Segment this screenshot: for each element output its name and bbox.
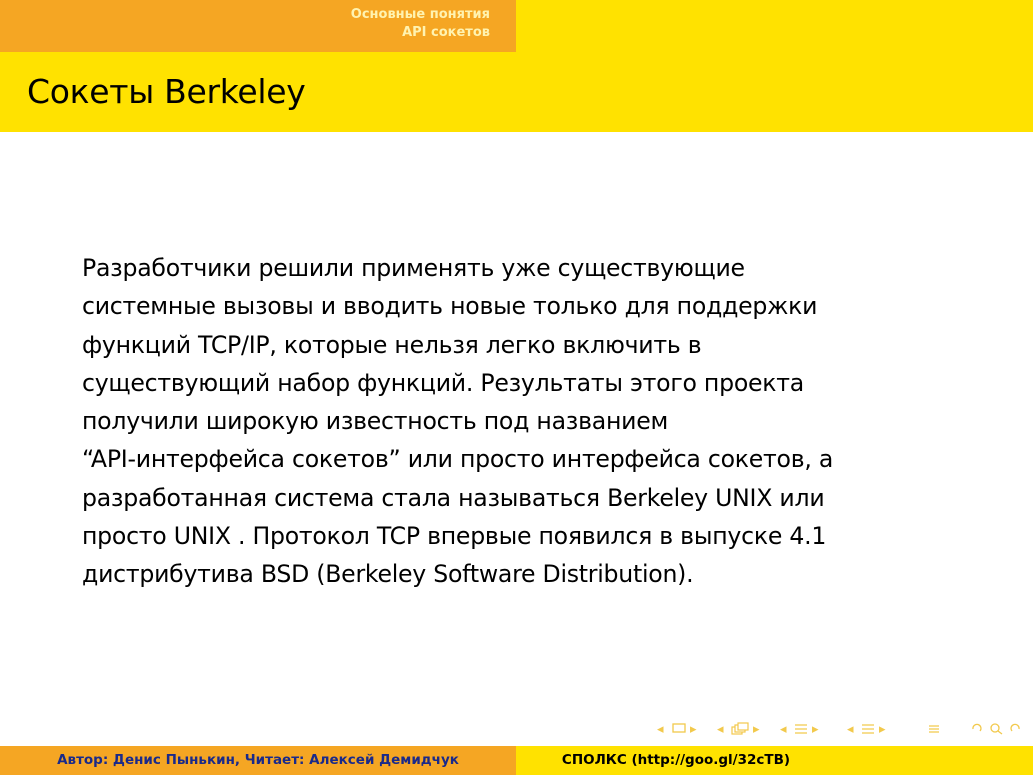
slide-stack-icon[interactable] [731,722,749,741]
body-line: системные вызовы и вводить новые только … [82,292,818,321]
subsection-icon[interactable] [794,722,808,741]
body-line: дистрибутива BSD (Berkeley Software Dist… [82,560,694,589]
section-link[interactable]: Основные понятия [351,6,490,24]
search-back-forward-icon[interactable] [970,722,1022,741]
nav-next-arrow-icon[interactable]: ▸ [690,722,697,738]
nav-prev-arrow-icon[interactable]: ◂ [657,722,664,738]
frame-title: Сокеты Berkeley [27,72,306,111]
body-line: функций TCP/IP, которые нельзя легко вкл… [82,330,702,359]
frame-title-bar: Сокеты Berkeley [0,52,1033,132]
body-line: разработанная система стала называться B… [82,483,825,512]
section-navigation: Основные понятия API сокетов [351,6,490,42]
align-icon[interactable] [927,722,941,741]
frame-body: Разработчики решили применять уже сущест… [82,249,962,594]
headline-bar: Основные понятия API сокетов [0,0,1033,52]
subsection-link[interactable]: API сокетов [351,24,490,42]
body-line: “API-интерфейса сокетов” или просто инте… [82,445,834,474]
body-line: просто UNIX . Протокол TCP впервые появи… [82,522,827,551]
frame-icon[interactable] [672,722,686,739]
footline-bar: Автор: Денис Пынькин, Читает: Алексей Де… [0,746,1033,775]
body-line: получили широкую известность под названи… [82,407,669,436]
nav-prev-arrow-icon[interactable]: ◂ [847,722,854,738]
headline-section-panel: Основные понятия API сокетов [0,0,516,52]
footer-author: Автор: Денис Пынькин, Читает: Алексей Де… [57,752,459,768]
nav-next-arrow-icon[interactable]: ▸ [812,722,819,738]
nav-next-arrow-icon[interactable]: ▸ [879,722,886,738]
navigation-symbols: ◂ ▸ ◂ ▸ ◂ ▸ ◂ ▸ [655,718,1027,744]
nav-next-arrow-icon[interactable]: ▸ [753,722,760,738]
body-line: существующий набор функций. Результаты э… [82,368,804,397]
nav-prev-arrow-icon[interactable]: ◂ [717,722,724,738]
section-icon[interactable] [861,722,875,741]
nav-prev-arrow-icon[interactable]: ◂ [780,722,787,738]
body-line: Разработчики решили применять уже сущест… [82,254,745,282]
footer-title: СПОЛКС (http://goo.gl/32cTB) [561,752,791,768]
